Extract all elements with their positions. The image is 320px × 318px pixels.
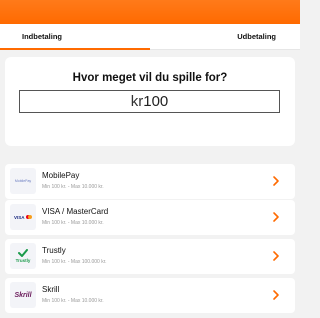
mastercard-yellow-circle: [28, 215, 32, 219]
payment-method-trustly[interactable]: Trustly Trustly Min 100 kr. - Max 100.00…: [5, 239, 295, 274]
method-name: VISA / MasterCard: [42, 207, 109, 216]
trustly-logo-text: Trustly: [15, 258, 31, 263]
payment-method-visa-mastercard[interactable]: VISA VISA / MasterCard Min 100 kr. - Max…: [5, 200, 295, 235]
method-limit: Min 100 kr. - Max 10.000 kr.: [42, 184, 104, 190]
method-name: Skrill: [42, 285, 60, 294]
chevron-right-icon: [273, 290, 279, 300]
chevron-right-icon: [273, 251, 279, 261]
method-limit: Min 100 kr. - Max 10.000 kr.: [42, 298, 104, 304]
mobilepay-logo-text: MobilePay: [14, 179, 32, 183]
tab-withdraw[interactable]: Udbetaling: [150, 24, 300, 50]
trustly-mark-icon: [17, 249, 28, 257]
top-header-bar: [0, 0, 300, 24]
tab-deposit[interactable]: Indbetaling: [0, 24, 150, 50]
amount-card: Hvor meget vil du spille for? kr 100: [5, 57, 295, 146]
method-limit: Min 100 kr. - Max 10.000 kr.: [42, 220, 104, 226]
amount-input[interactable]: kr 100: [19, 90, 280, 113]
visa-mastercard-logo: VISA: [10, 204, 36, 230]
method-limit: Min 100 kr. - Max 100.000 kr.: [42, 259, 107, 265]
mobilepay-logo: MobilePay: [10, 168, 36, 194]
visa-logo-text: VISA: [13, 214, 25, 220]
chevron-right-icon: [273, 176, 279, 186]
skrill-logo-text: Skrill: [14, 291, 32, 299]
method-name: MobilePay: [42, 171, 80, 180]
trustly-logo: Trustly: [10, 243, 36, 269]
payment-tabs: Indbetaling Udbetaling: [0, 24, 300, 50]
amount-currency: kr: [130, 93, 144, 110]
chevron-right-icon: [273, 212, 279, 222]
skrill-logo: Skrill: [10, 282, 36, 308]
payment-method-skrill[interactable]: Skrill Skrill Min 100 kr. - Max 10.000 k…: [5, 278, 295, 313]
method-name: Trustly: [42, 246, 66, 255]
amount-question: Hvor meget vil du spille for?: [72, 72, 228, 84]
amount-value: 100: [143, 93, 169, 110]
active-tab-indicator: [0, 48, 150, 50]
payment-method-mobilepay[interactable]: MobilePay MobilePay Min 100 kr. - Max 10…: [5, 164, 295, 199]
